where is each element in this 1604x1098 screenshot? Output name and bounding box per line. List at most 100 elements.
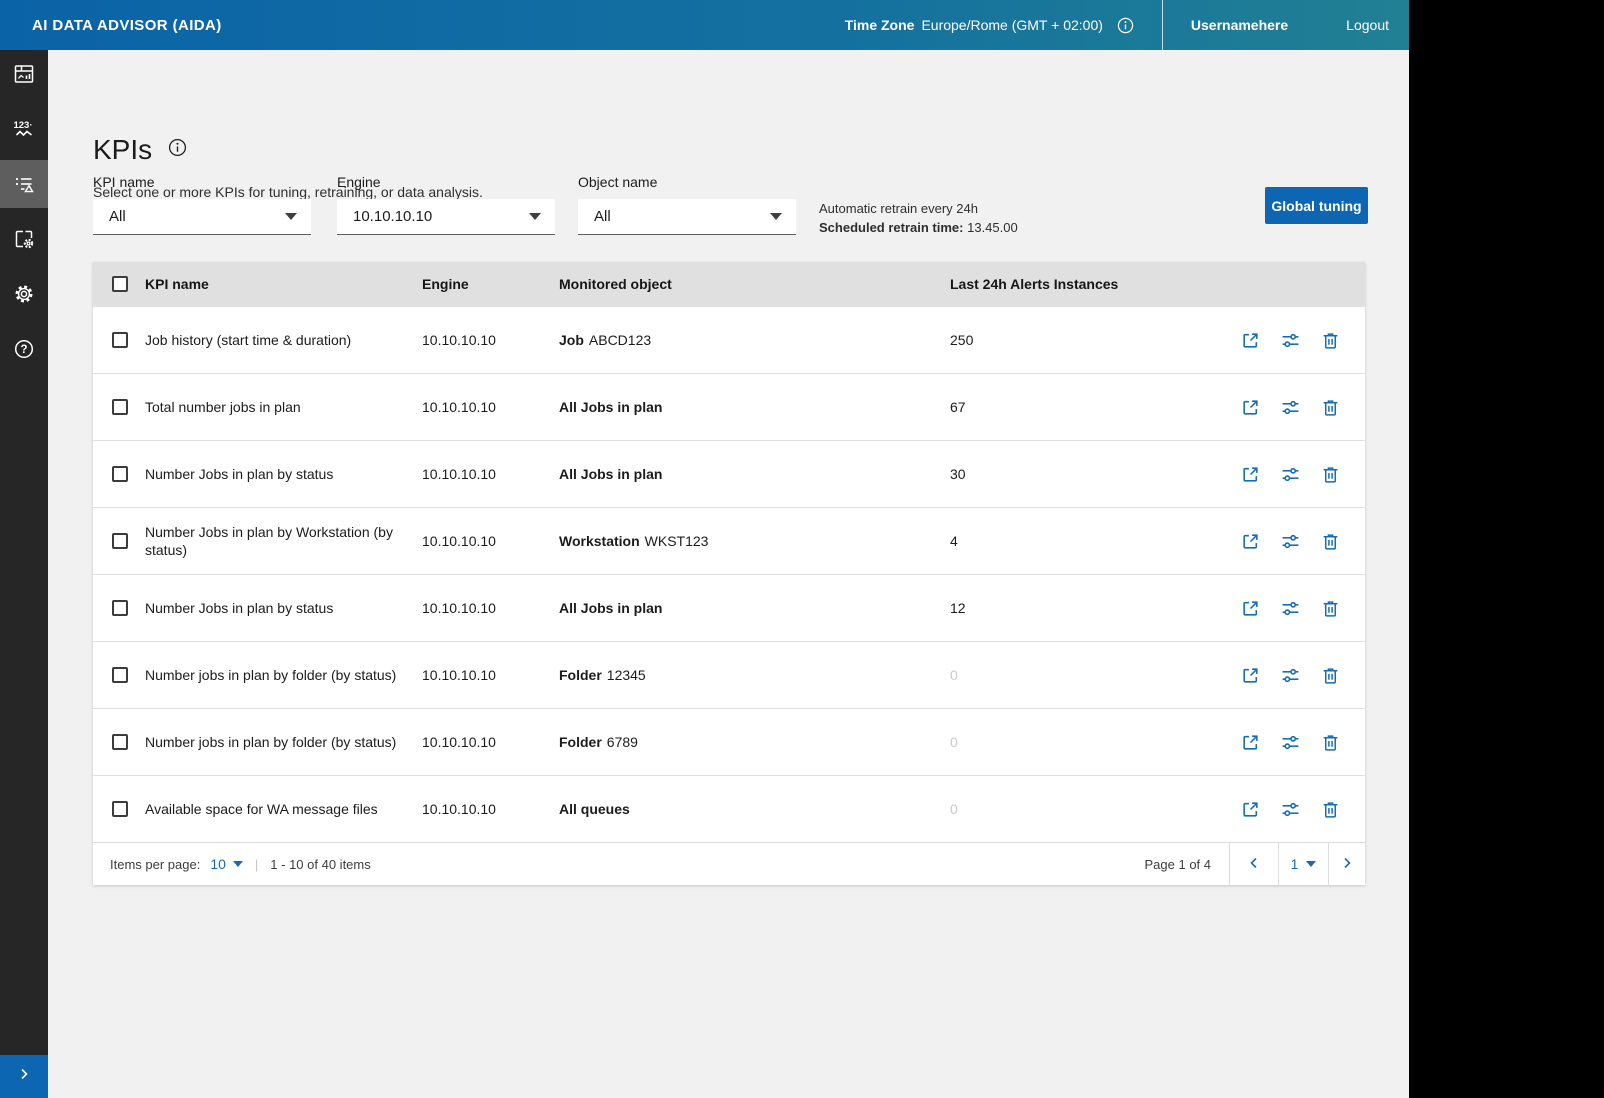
column-header-kpi: KPI name — [145, 275, 422, 293]
table-header-row: KPI name Engine Monitored object Last 24… — [93, 262, 1365, 306]
open-kpi-button[interactable] — [1241, 331, 1260, 350]
delete-button[interactable] — [1321, 666, 1340, 685]
row-checkbox[interactable] — [112, 466, 128, 482]
monitored-object-cell: Job ABCD123 — [559, 332, 950, 348]
monitored-object-cell: Folder6789 — [559, 734, 950, 750]
open-kpi-button[interactable] — [1241, 733, 1260, 752]
engine-select-value: 10.10.10.10 — [353, 208, 432, 225]
open-kpi-button[interactable] — [1241, 599, 1260, 618]
page-info-icon[interactable] — [168, 138, 187, 162]
row-checkbox[interactable] — [112, 600, 128, 616]
filter-engine: Engine 10.10.10.10 — [337, 174, 555, 235]
engine-cell: 10.10.10.10 — [422, 332, 559, 348]
tuning-button[interactable] — [1281, 599, 1300, 618]
timezone-label: Time Zone — [845, 17, 915, 33]
delete-button[interactable] — [1321, 599, 1340, 618]
tuning-button[interactable] — [1281, 398, 1300, 417]
sidebar-item-dashboard[interactable] — [0, 50, 48, 98]
username[interactable]: Usernamehere — [1191, 17, 1288, 33]
row-checkbox[interactable] — [112, 399, 128, 415]
sidebar-item-help[interactable]: ? — [0, 325, 48, 373]
tuning-button[interactable] — [1281, 331, 1300, 350]
row-checkbox[interactable] — [112, 734, 128, 750]
row-checkbox[interactable] — [112, 533, 128, 549]
filter-object-name: Object name All — [578, 174, 796, 235]
delete-button[interactable] — [1321, 800, 1340, 819]
table-row: Number Jobs in plan by status 10.10.10.1… — [93, 440, 1365, 507]
alerts-cell: 12 — [950, 600, 1215, 616]
open-kpi-button[interactable] — [1241, 666, 1260, 685]
header-divider — [1162, 0, 1163, 50]
svg-text:123·: 123· — [13, 120, 32, 131]
tuning-button[interactable] — [1281, 465, 1300, 484]
delete-button[interactable] — [1321, 532, 1340, 551]
object-type: Job — [559, 332, 584, 348]
table-row: Job history (start time & duration) 10.1… — [93, 306, 1365, 373]
column-header-alerts: Last 24h Alerts Instances — [950, 276, 1215, 292]
alerts-cell: 30 — [950, 466, 1215, 482]
sidebar-expand-button[interactable] — [0, 1055, 48, 1098]
items-per-page-label: Items per page: — [110, 857, 200, 872]
prev-page-button[interactable] — [1229, 843, 1278, 885]
svg-text:?: ? — [20, 344, 27, 356]
alerts-cell: 4 — [950, 533, 1215, 549]
sidebar-item-kpis[interactable] — [0, 160, 48, 208]
column-header-engine: Engine — [422, 276, 559, 292]
timezone-info-icon[interactable] — [1117, 17, 1134, 34]
monitored-object-cell: All queues — [559, 801, 950, 817]
object-type: Folder — [559, 734, 602, 750]
filter-object-name-label: Object name — [578, 174, 796, 190]
engine-select[interactable]: 10.10.10.10 — [337, 199, 555, 235]
open-kpi-button[interactable] — [1241, 532, 1260, 551]
sidebar-item-kpi-configuration[interactable] — [0, 215, 48, 263]
tuning-button[interactable] — [1281, 733, 1300, 752]
engine-cell: 10.10.10.10 — [422, 600, 559, 616]
table-row: Number jobs in plan by folder (by status… — [93, 641, 1365, 708]
kpi-name-cell: Number Jobs in plan by status — [145, 465, 422, 483]
object-name: WKST123 — [645, 533, 709, 549]
delete-button[interactable] — [1321, 465, 1340, 484]
open-kpi-button[interactable] — [1241, 465, 1260, 484]
global-tuning-button[interactable]: Global tuning — [1265, 187, 1368, 224]
tuning-button[interactable] — [1281, 800, 1300, 819]
delete-button[interactable] — [1321, 331, 1340, 350]
open-kpi-button[interactable] — [1241, 800, 1260, 819]
number-trend-icon: 123· — [12, 117, 36, 141]
sidebar-item-settings[interactable] — [0, 270, 48, 318]
engine-cell: 10.10.10.10 — [422, 734, 559, 750]
frame-gear-icon — [12, 227, 36, 251]
open-kpi-button[interactable] — [1241, 398, 1260, 417]
row-checkbox[interactable] — [112, 332, 128, 348]
row-checkbox[interactable] — [112, 801, 128, 817]
top-header: AI DATA ADVISOR (AIDA) Time Zone Europe/… — [0, 0, 1409, 50]
engine-cell: 10.10.10.10 — [422, 399, 559, 415]
gear-icon — [12, 282, 36, 306]
sidebar-item-anomaly-forecast[interactable]: 123· — [0, 105, 48, 153]
kpi-name-cell: Number Jobs in plan by status — [145, 599, 422, 617]
page-title: KPIs — [93, 134, 152, 166]
tuning-button[interactable] — [1281, 666, 1300, 685]
tuning-button[interactable] — [1281, 532, 1300, 551]
table-row: Number Jobs in plan by Workstation (by s… — [93, 507, 1365, 574]
object-name-select-value: All — [594, 208, 611, 225]
screen: AI DATA ADVISOR (AIDA) Time Zone Europe/… — [0, 0, 1604, 1098]
alerts-cell: 250 — [950, 332, 1215, 348]
row-checkbox[interactable] — [112, 667, 128, 683]
chevron-right-icon — [16, 1066, 32, 1087]
filter-kpi-name-label: KPI name — [93, 174, 311, 190]
select-all-checkbox[interactable] — [112, 276, 128, 292]
retrain-time-value: 13.45.00 — [967, 220, 1018, 235]
delete-button[interactable] — [1321, 733, 1340, 752]
object-name-select[interactable]: All — [578, 199, 796, 235]
items-per-page-select[interactable]: 10 — [210, 856, 243, 872]
alerts-cell: 0 — [950, 734, 1215, 750]
next-page-button[interactable] — [1328, 843, 1365, 885]
page-number-select[interactable]: 1 — [1278, 843, 1328, 885]
delete-button[interactable] — [1321, 398, 1340, 417]
kpi-name-cell: Job history (start time & duration) — [145, 331, 422, 349]
table-row: Total number jobs in plan 10.10.10.10 Al… — [93, 373, 1365, 440]
logout-button[interactable]: Logout — [1346, 17, 1389, 33]
monitored-object-cell: WorkstationWKST123 — [559, 533, 950, 549]
object-name: ABCD123 — [589, 332, 651, 348]
kpi-name-select[interactable]: All — [93, 199, 311, 235]
